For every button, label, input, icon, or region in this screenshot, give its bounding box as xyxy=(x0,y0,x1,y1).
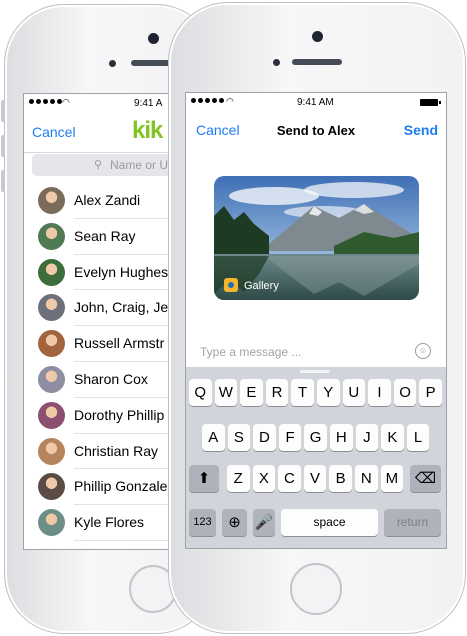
key-i[interactable]: I xyxy=(368,379,391,406)
key-n[interactable]: N xyxy=(355,465,378,492)
contact-name: Sharon Cox xyxy=(74,370,148,387)
signal-icon xyxy=(191,98,224,103)
message-input[interactable]: Type a message ... xyxy=(200,345,301,359)
status-time: 9:41 AM xyxy=(297,97,334,108)
key-e[interactable]: E xyxy=(240,379,263,406)
nav-bar: Cancel Send to Alex Send xyxy=(186,111,446,151)
key-f[interactable]: F xyxy=(278,424,302,451)
contact-row[interactable]: Sharon Cox xyxy=(24,362,192,398)
key-r[interactable]: R xyxy=(265,379,289,406)
search-icon: ⚲ xyxy=(94,159,103,171)
contact-name: Kyle Flores xyxy=(74,514,145,531)
numbers-key[interactable]: 123 xyxy=(189,509,216,536)
key-a[interactable]: A xyxy=(202,424,225,451)
key-g[interactable]: G xyxy=(304,424,327,451)
front-screen: ◠ 9:41 AM Cancel Send to Alex Send Galle… xyxy=(185,92,447,549)
sensor xyxy=(109,60,116,67)
status-time: 9:41 A xyxy=(134,98,163,109)
contact-name: Dorothy Phillip xyxy=(74,406,165,423)
avatar xyxy=(38,330,65,358)
avatar xyxy=(38,437,65,465)
key-z[interactable]: Z xyxy=(227,465,250,492)
attachment-photo[interactable]: Gallery xyxy=(214,176,419,300)
contact-list: Alex Zandi Sean Ray Evelyn Hughes John, Cra… xyxy=(24,183,192,541)
key-t[interactable]: T xyxy=(291,379,314,406)
contact-row[interactable]: Alex Zandi xyxy=(24,183,192,219)
shift-icon[interactable]: ⬆ xyxy=(189,465,219,492)
key-j[interactable]: J xyxy=(355,424,379,451)
microphone-icon[interactable]: 🎤 xyxy=(253,509,275,536)
contact-row[interactable]: John, Craig, Je xyxy=(24,290,192,327)
send-button[interactable]: Send xyxy=(404,122,438,138)
gallery-icon xyxy=(224,278,238,292)
home-button[interactable] xyxy=(290,563,342,615)
key-d[interactable]: D xyxy=(253,424,276,451)
earpiece-speaker xyxy=(292,59,342,65)
cancel-button[interactable]: Cancel xyxy=(32,124,76,140)
wifi-icon: ◠ xyxy=(62,97,70,107)
return-key[interactable]: return xyxy=(384,509,441,536)
contact-row[interactable]: Phillip Gonzale xyxy=(24,469,192,506)
front-camera xyxy=(312,31,323,42)
status-bar: ◠ 9:41 AM xyxy=(186,93,446,111)
contact-name: Phillip Gonzale xyxy=(74,478,168,495)
key-y[interactable]: Y xyxy=(317,379,340,406)
key-s[interactable]: S xyxy=(227,424,251,451)
avatar xyxy=(38,365,65,393)
contact-name: Sean Ray xyxy=(74,227,136,244)
contact-row[interactable]: Sean Ray xyxy=(24,219,192,255)
avatar xyxy=(38,187,65,214)
contact-row[interactable]: Russell Armstr xyxy=(24,326,192,362)
avatar xyxy=(38,258,65,286)
space-key[interactable]: space xyxy=(281,509,378,536)
globe-icon[interactable]: ⊕ xyxy=(222,509,247,536)
search-placeholder: Name or U xyxy=(110,158,169,172)
keyboard: Q W E R T Y U I O P A S D F G H J K L ⬆ Z X C V B N M ⌫ 123 ⊕ 🎤 space re… xyxy=(186,367,446,548)
avatar xyxy=(38,473,65,501)
contact-row[interactable]: Kyle Flores xyxy=(24,505,192,541)
contact-name: Russell Armstr xyxy=(74,335,165,352)
key-o[interactable]: O xyxy=(393,379,417,406)
contact-name: Alex Zandi xyxy=(74,192,141,208)
key-b[interactable]: B xyxy=(329,465,352,492)
contact-name: Evelyn Hughes xyxy=(74,263,169,280)
key-h[interactable]: H xyxy=(330,424,353,451)
nav-bar: Cancel kik xyxy=(24,112,192,153)
key-p[interactable]: P xyxy=(419,379,442,406)
front-camera xyxy=(148,33,159,44)
key-w[interactable]: W xyxy=(214,379,238,406)
key-l[interactable]: L xyxy=(406,424,430,451)
contact-row[interactable]: Dorothy Phillip xyxy=(24,398,192,434)
avatar xyxy=(38,401,65,429)
key-k[interactable]: K xyxy=(381,424,404,451)
gallery-label: Gallery xyxy=(244,280,279,292)
status-bar: ◠ 9:41 A xyxy=(24,94,192,112)
battery-icon xyxy=(420,99,441,106)
emoji-icon[interactable]: ☺ xyxy=(415,343,431,359)
mute-switch xyxy=(1,170,5,192)
contact-row[interactable]: Christian Ray xyxy=(24,434,192,470)
avatar xyxy=(38,294,65,322)
contact-name: John, Craig, Je xyxy=(74,299,169,316)
keyboard-grabber[interactable] xyxy=(300,370,330,373)
wifi-icon: ◠ xyxy=(226,96,234,106)
key-v[interactable]: V xyxy=(303,465,327,492)
volume-button xyxy=(1,135,5,157)
avatar xyxy=(38,222,65,250)
key-u[interactable]: U xyxy=(342,379,366,406)
sensor xyxy=(273,59,280,66)
contact-row[interactable]: Evelyn Hughes xyxy=(24,255,192,291)
key-x[interactable]: X xyxy=(252,465,276,492)
key-c[interactable]: C xyxy=(278,465,301,492)
backspace-icon[interactable]: ⌫ xyxy=(410,465,441,492)
contact-name: Christian Ray xyxy=(74,442,159,459)
key-q[interactable]: Q xyxy=(189,379,212,406)
kik-logo: kik xyxy=(132,117,163,144)
signal-icon xyxy=(29,99,62,104)
avatar xyxy=(38,509,65,537)
volume-button xyxy=(1,100,5,122)
key-m[interactable]: M xyxy=(380,465,404,492)
